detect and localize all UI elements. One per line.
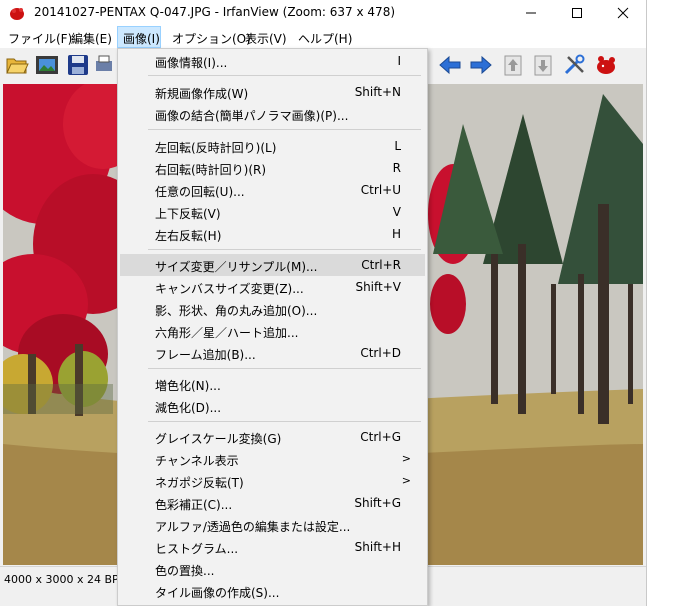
submenu-arrow-icon: >	[401, 452, 411, 465]
menu-item-label: ネガポジ反転(T)	[155, 476, 244, 490]
menu-item-label: チャンネル表示	[155, 454, 239, 468]
menu-item-label: 左回転(反時計回り)(L)	[155, 141, 277, 155]
menu-item-label: 影、形状、角の丸み追加(O)...	[155, 304, 318, 318]
irfanview-app-icon	[10, 8, 24, 20]
menu-item-alpha-transparency[interactable]: アルファ/透過色の編集または設定...	[120, 514, 425, 536]
menu-item-label: 色彩補正(C)...	[155, 498, 233, 512]
menu-separator	[148, 368, 421, 369]
menu-item-label: 上下反転(V)	[155, 207, 221, 221]
menu-item-label: タイル画像の作成(S)...	[155, 586, 280, 600]
menu-item-combine-panorama[interactable]: 画像の結合(簡単パノラマ画像)(P)...	[120, 103, 425, 125]
open-folder-icon[interactable]	[5, 53, 29, 77]
menu-item-shortcut: R	[392, 161, 401, 175]
menu-item-resize-resample[interactable]: サイズ変更／リサンプル(M)... Ctrl+R	[120, 254, 425, 276]
menu-options[interactable]: オプション(O)	[172, 30, 251, 47]
menu-item-label: 画像情報(I)...	[155, 56, 228, 70]
menu-item-label: グレイスケール変換(G)	[155, 432, 282, 446]
last-page-icon[interactable]	[531, 53, 555, 77]
menu-bar: ファイル(F) 編集(E) オプション(O) 表示(V) ヘルプ(H)	[0, 26, 646, 48]
next-icon[interactable]	[469, 53, 493, 77]
menu-edit[interactable]: 編集(E)	[71, 30, 112, 47]
menu-item-shortcut: Shift+H	[354, 540, 401, 554]
menu-item-add-hexagon-star-heart[interactable]: 六角形／星／ハート追加...	[120, 320, 425, 342]
menu-item-flip-vertical[interactable]: 上下反転(V) V	[120, 201, 425, 223]
minimize-icon	[526, 12, 536, 14]
menu-item-shortcut: Ctrl+D	[360, 346, 401, 360]
menu-item-new-image[interactable]: 新規画像作成(W) Shift+N	[120, 81, 425, 103]
menu-item-shortcut: Ctrl+R	[361, 258, 401, 272]
menu-item-custom-rotation[interactable]: 任意の回転(U)... Ctrl+U	[120, 179, 425, 201]
close-button[interactable]	[600, 0, 646, 26]
save-icon[interactable]	[66, 53, 90, 77]
menu-separator	[148, 421, 421, 422]
menu-item-label: キャンバスサイズ変更(Z)...	[155, 282, 304, 296]
menu-view[interactable]: 表示(V)	[245, 30, 287, 47]
menu-item-rotate-left[interactable]: 左回転(反時計回り)(L) L	[120, 135, 425, 157]
menu-image[interactable]: 画像(I)	[117, 26, 161, 48]
previous-icon[interactable]	[438, 53, 462, 77]
menu-help[interactable]: ヘルプ(H)	[298, 30, 352, 47]
menu-item-label: サイズ変更／リサンプル(M)...	[155, 260, 318, 274]
menu-item-shortcut: H	[391, 227, 401, 241]
menu-item-label: ヒストグラム...	[155, 542, 239, 556]
submenu-arrow-icon: >	[401, 474, 411, 487]
menu-item-image-info[interactable]: 画像情報(I)... I	[120, 50, 425, 72]
menu-item-add-shadow-shape[interactable]: 影、形状、角の丸み追加(O)...	[120, 298, 425, 320]
menu-file[interactable]: ファイル(F)	[8, 30, 72, 47]
menu-item-shortcut: Shift+G	[354, 496, 401, 510]
menu-item-label: 色の置換...	[155, 564, 215, 578]
menu-item-label: フレーム追加(B)...	[155, 348, 256, 362]
menu-item-color-correction[interactable]: 色彩補正(C)... Shift+G	[120, 492, 425, 514]
menu-item-rotate-right[interactable]: 右回転(時計回り)(R) R	[120, 157, 425, 179]
menu-separator	[148, 129, 421, 130]
maximize-button[interactable]	[554, 0, 600, 26]
first-page-icon[interactable]	[501, 53, 525, 77]
menu-item-show-channel[interactable]: チャンネル表示 >	[120, 448, 425, 470]
status-image-info: 4000 x 3000 x 24 BPP	[4, 573, 126, 586]
menu-item-add-frame[interactable]: フレーム追加(B)... Ctrl+D	[120, 342, 425, 364]
maximize-icon	[572, 8, 582, 18]
menu-item-canvas-size[interactable]: キャンバスサイズ変更(Z)... Shift+V	[120, 276, 425, 298]
menu-item-label: 増色化(N)...	[155, 379, 221, 393]
title-bar[interactable]: 20141027-PENTAX Q-047.JPG - IrfanView (Z…	[0, 0, 646, 26]
menu-item-negative[interactable]: ネガポジ反転(T) >	[120, 470, 425, 492]
menu-item-label: 左右反転(H)	[155, 229, 222, 243]
print-icon[interactable]	[95, 53, 113, 77]
irfanview-logo-icon[interactable]	[594, 53, 618, 77]
menu-item-shortcut: Shift+N	[354, 85, 401, 99]
menu-item-increase-colors[interactable]: 増色化(N)...	[120, 373, 425, 395]
menu-item-grayscale[interactable]: グレイスケール変換(G) Ctrl+G	[120, 426, 425, 448]
menu-item-replace-color[interactable]: 色の置換...	[120, 558, 425, 580]
menu-item-label: 右回転(時計回り)(R)	[155, 163, 267, 177]
menu-item-shortcut: Ctrl+G	[360, 430, 401, 444]
menu-item-label: 新規画像作成(W)	[155, 87, 249, 101]
menu-item-shortcut: I	[397, 54, 401, 68]
menu-item-decrease-colors[interactable]: 減色化(D)...	[120, 395, 425, 417]
menu-item-shortcut: L	[394, 139, 401, 153]
menu-image-label: 画像(I)	[123, 32, 160, 46]
menu-item-shortcut: Shift+V	[355, 280, 401, 294]
window-title: 20141027-PENTAX Q-047.JPG - IrfanView (Z…	[34, 5, 396, 19]
settings-icon[interactable]	[563, 53, 587, 77]
menu-item-flip-horizontal[interactable]: 左右反転(H) H	[120, 223, 425, 245]
menu-item-label: アルファ/透過色の編集または設定...	[155, 520, 351, 534]
menu-item-label: 画像の結合(簡単パノラマ画像)(P)...	[155, 109, 349, 123]
menu-item-label: 任意の回転(U)...	[155, 185, 245, 199]
menu-item-label: 減色化(D)...	[155, 401, 222, 415]
close-icon	[617, 7, 629, 19]
minimize-button[interactable]	[508, 0, 554, 26]
menu-item-histogram[interactable]: ヒストグラム... Shift+H	[120, 536, 425, 558]
image-menu-dropdown: 画像情報(I)... I 新規画像作成(W) Shift+N 画像の結合(簡単パ…	[117, 48, 428, 606]
menu-separator	[148, 249, 421, 250]
menu-item-create-tile[interactable]: タイル画像の作成(S)...	[120, 580, 425, 602]
menu-item-shortcut: V	[392, 205, 401, 219]
slideshow-icon[interactable]	[35, 53, 59, 77]
menu-separator	[148, 75, 421, 76]
menu-item-shortcut: Ctrl+U	[360, 183, 401, 197]
menu-item-label: 六角形／星／ハート追加...	[155, 326, 299, 340]
